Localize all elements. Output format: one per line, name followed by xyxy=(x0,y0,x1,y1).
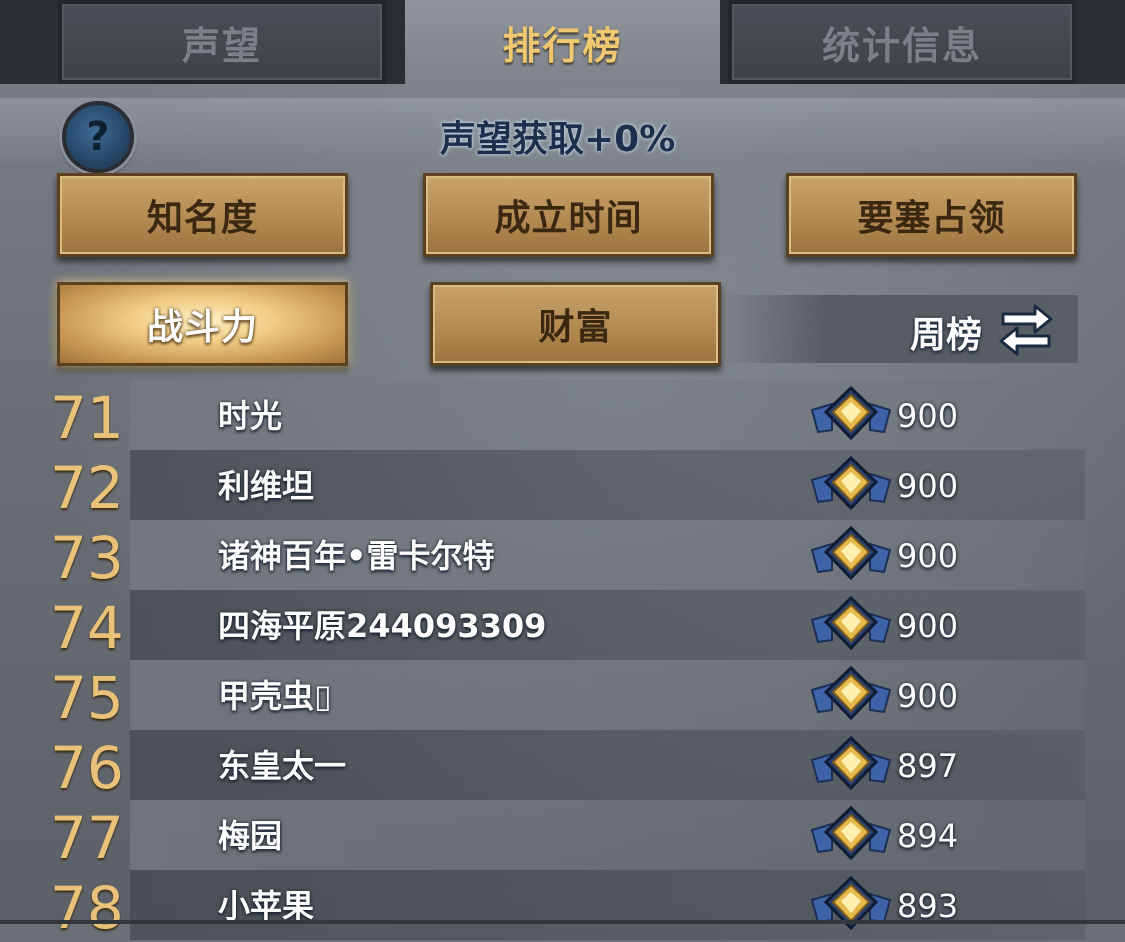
ranking-row[interactable]: 76 东皇太一 897 xyxy=(0,730,1125,800)
player-name: 时光 xyxy=(218,397,283,435)
category-fortress-occupation-label: 要塞占领 xyxy=(857,198,1006,239)
ranking-row[interactable]: 72 利维坦 900 xyxy=(0,450,1125,520)
combat-badge-icon xyxy=(810,736,892,791)
combat-badge-icon xyxy=(810,596,892,651)
score-value: 900 xyxy=(897,607,959,645)
swap-arrows-icon[interactable] xyxy=(997,300,1055,358)
help-question-icon[interactable]: ? xyxy=(62,101,134,173)
player-name: 利维坦 xyxy=(218,467,315,505)
score-value: 900 xyxy=(897,677,959,715)
category-fame-button[interactable]: 知名度 xyxy=(57,173,348,257)
score-value: 894 xyxy=(897,817,959,855)
tab-bar: 声望 排行榜 统计信息 xyxy=(0,0,1125,84)
category-wealth-button[interactable]: 财富 xyxy=(430,282,721,366)
combat-badge-icon xyxy=(810,526,892,581)
weekly-label: 周榜 xyxy=(910,315,983,356)
score-value: 900 xyxy=(897,397,959,435)
tab-reputation[interactable]: 声望 xyxy=(58,0,386,84)
ranking-row[interactable]: 71 时光 900 xyxy=(0,380,1125,450)
tab-leaderboard[interactable]: 排行榜 xyxy=(405,0,720,84)
combat-badge-icon xyxy=(810,806,892,861)
ranking-list: 71 时光 900 72 利维坦 900 73 诸神百年•雷卡尔特 900 74… xyxy=(0,380,1125,940)
ranking-row[interactable]: 74 四海平原244093309 900 xyxy=(0,590,1125,660)
ranking-row[interactable]: 75 甲壳虫▯ 900 xyxy=(0,660,1125,730)
player-name: 诸神百年•雷卡尔特 xyxy=(218,537,495,575)
score-value: 900 xyxy=(897,537,959,575)
category-combat-power-button[interactable]: 战斗力 xyxy=(57,282,348,366)
ranking-row[interactable]: 77 梅园 894 xyxy=(0,800,1125,870)
category-founding-time-label: 成立时间 xyxy=(494,198,643,239)
category-fame-label: 知名度 xyxy=(146,198,258,239)
score-value: 900 xyxy=(897,467,959,505)
tab-statistics-label: 统计信息 xyxy=(821,23,982,68)
rank-number: 76 xyxy=(50,734,124,802)
tab-leaderboard-label: 排行榜 xyxy=(502,23,623,68)
player-name: 四海平原244093309 xyxy=(218,607,547,645)
combat-badge-icon xyxy=(810,666,892,721)
category-fortress-occupation-button[interactable]: 要塞占领 xyxy=(786,173,1077,257)
rank-number: 72 xyxy=(50,454,124,522)
tab-reputation-label: 声望 xyxy=(181,23,262,68)
category-combat-power-label: 战斗力 xyxy=(146,307,258,348)
combat-badge-icon xyxy=(810,876,892,931)
rank-number: 74 xyxy=(50,594,124,662)
combat-badge-icon xyxy=(810,456,892,511)
rank-number: 78 xyxy=(50,874,124,942)
reputation-gain-text: 声望获取+0% xyxy=(440,119,676,160)
category-founding-time-button[interactable]: 成立时间 xyxy=(423,173,714,257)
combat-badge-icon xyxy=(810,386,892,441)
score-value: 897 xyxy=(897,747,959,785)
player-name: 梅园 xyxy=(218,817,283,855)
player-name: 东皇太一 xyxy=(218,747,347,785)
rank-number: 73 xyxy=(50,524,124,592)
player-name: 甲壳虫▯ xyxy=(218,677,332,715)
bottom-border xyxy=(0,920,1125,924)
rank-number: 71 xyxy=(50,384,124,452)
rank-number: 75 xyxy=(50,664,124,732)
rank-number: 77 xyxy=(50,804,124,872)
ranking-row[interactable]: 78 小苹果 893 xyxy=(0,870,1125,940)
ranking-row[interactable]: 73 诸神百年•雷卡尔特 900 xyxy=(0,520,1125,590)
category-wealth-label: 财富 xyxy=(538,307,613,348)
tab-statistics[interactable]: 统计信息 xyxy=(728,0,1076,84)
